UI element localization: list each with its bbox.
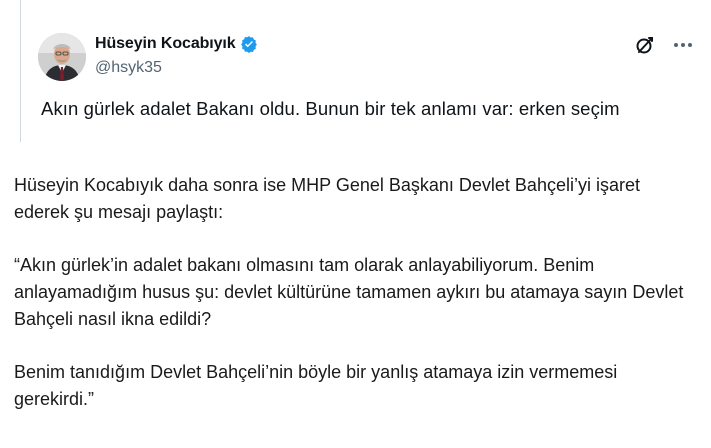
more-options-icon[interactable] [673,35,693,55]
avatar[interactable] [38,33,86,81]
tweet-actions [635,35,693,55]
author-name-row: Hüseyin Kocabıyık [95,35,258,53]
article-paragraph: Benim tanıdığım Devlet Bahçeli’nin böyle… [14,362,618,409]
avatar-portrait [38,33,86,81]
x-logo-icon[interactable] [635,35,655,55]
verified-badge-icon [240,35,258,53]
article-paragraph: “Akın gürlek’in adalet bakanı olmasını t… [14,255,684,329]
article-body: Hüseyin Kocabıyık daha sonra ise MHP Gen… [14,172,694,439]
embedded-tweet: Hüseyin Kocabıyık @hsyk35 Akın gürlek ad… [20,0,711,142]
author-name[interactable]: Hüseyin Kocabıyık [95,35,236,53]
article-paragraph: Hüseyin Kocabıyık daha sonra ise MHP Gen… [14,175,640,222]
tweet-text: Akın gürlek adalet Bakanı oldu. Bunun bi… [41,98,620,119]
author-handle[interactable]: @hsyk35 [95,59,162,77]
